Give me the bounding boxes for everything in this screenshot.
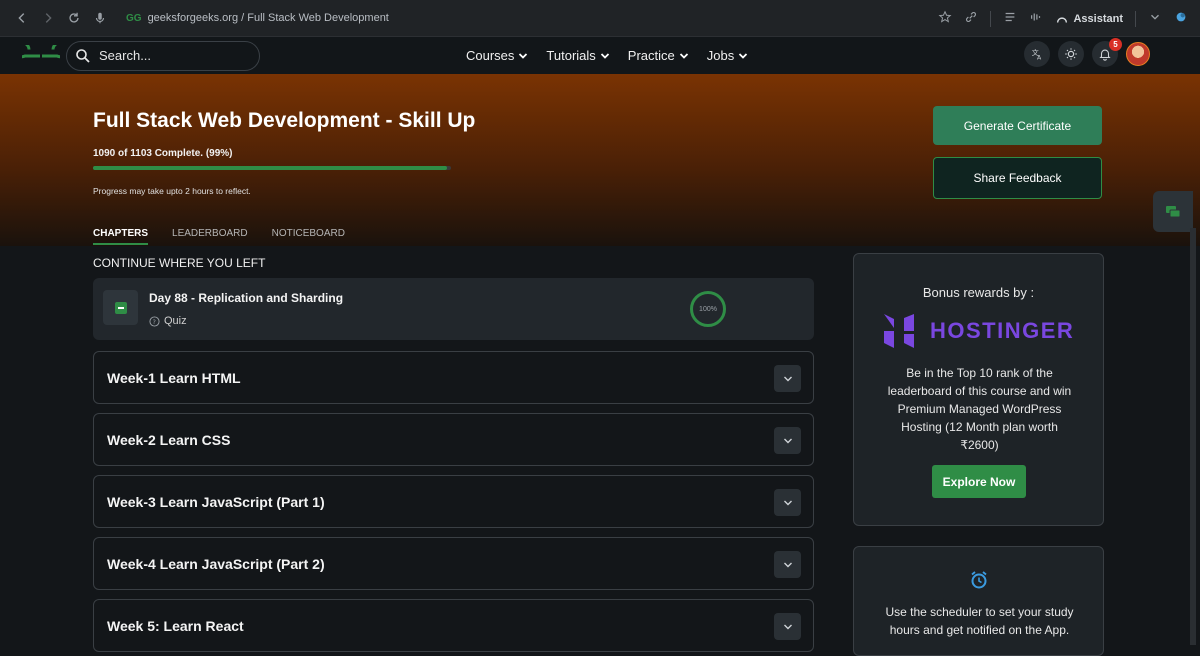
menu-courses[interactable]: Courses [466, 48, 528, 63]
expand-button[interactable] [774, 427, 801, 454]
week-title: Week-3 Learn JavaScript (Part 1) [107, 494, 325, 510]
assistant-label: Assistant [1073, 12, 1123, 25]
share-feedback-button[interactable]: Share Feedback [933, 157, 1102, 199]
question-icon: ? [149, 315, 160, 327]
chevron-down-icon [783, 438, 792, 443]
expand-button[interactable] [774, 489, 801, 516]
week-title: Week-2 Learn CSS [107, 432, 231, 448]
gfg-logo-icon[interactable] [22, 44, 60, 67]
week-title: Week 5: Learn React [107, 618, 244, 634]
forward-icon[interactable] [36, 6, 60, 30]
reader-mode-icon[interactable] [1003, 10, 1017, 27]
link-icon[interactable] [964, 10, 978, 27]
theme-toggle-sun-icon[interactable] [1058, 41, 1084, 67]
menu-jobs[interactable]: Jobs [707, 48, 748, 63]
hostinger-wordmark: HOSTINGER [930, 318, 1075, 343]
document-icon [103, 290, 138, 325]
completion-percent: 100% [699, 305, 717, 313]
user-avatar[interactable] [1126, 42, 1150, 66]
browser-toolbar: GG geeksforgeeks.org / Full Stack Web De… [0, 0, 1200, 37]
chevron-down-icon [783, 376, 792, 381]
course-title: Full Stack Web Development - Skill Up [93, 109, 476, 132]
chevron-down-icon[interactable] [1148, 10, 1162, 27]
chevron-down-icon [783, 562, 792, 567]
notification-count-badge: 5 [1109, 38, 1122, 51]
chevron-down-icon [739, 52, 748, 59]
alarm-clock-icon [971, 571, 987, 589]
scheduler-card: Use the scheduler to set your study hour… [853, 546, 1104, 656]
continue-label: CONTINUE WHERE YOU LEFT [93, 256, 266, 270]
week-accordion[interactable]: Week 5: Learn React [93, 599, 814, 652]
chat-button[interactable] [1153, 191, 1193, 232]
svg-text:?: ? [152, 318, 155, 326]
progress-bar [93, 166, 451, 170]
back-icon[interactable] [10, 6, 34, 30]
chevron-down-icon [600, 52, 609, 59]
menu-label: Tutorials [546, 48, 596, 63]
page-scrollbar[interactable] [1190, 228, 1196, 645]
assistant-button[interactable]: Assistant [1055, 12, 1123, 26]
microphone-icon[interactable] [88, 6, 112, 30]
menu-tutorials[interactable]: Tutorials [546, 48, 609, 63]
search-icon [76, 48, 90, 63]
toolbar-divider [1135, 10, 1136, 27]
scheduler-text: Use the scheduler to set your study hour… [885, 605, 1074, 637]
tab-chapters[interactable]: CHAPTERS [93, 228, 149, 245]
hostinger-h-icon [884, 314, 914, 348]
quiz-label: Quiz [164, 315, 187, 327]
course-tabs: CHAPTERS LEADERBOARD NOTICEBOARD [93, 228, 345, 245]
course-hero: Full Stack Web Development - Skill Up 10… [0, 74, 1200, 246]
week-title: Week-4 Learn JavaScript (Part 2) [107, 556, 325, 572]
progress-bar-fill [93, 166, 448, 170]
expand-button[interactable] [774, 613, 801, 640]
generate-certificate-button[interactable]: Generate Certificate [933, 106, 1102, 145]
chevron-down-icon [679, 52, 688, 59]
promo-heading: Bonus rewards by : [922, 285, 1035, 300]
menu-label: Jobs [706, 48, 735, 63]
search-box[interactable] [66, 40, 260, 71]
reload-icon[interactable] [62, 6, 86, 30]
browser-logo-icon[interactable] [1174, 10, 1188, 27]
site-favicon-icon: GG [126, 12, 142, 24]
menu-practice[interactable]: Practice [628, 48, 689, 63]
expand-button[interactable] [774, 551, 801, 578]
week-accordion[interactable]: Week-2 Learn CSS [93, 413, 814, 466]
continue-item-type: ? Quiz [149, 315, 187, 327]
main-menu: Courses Tutorials Practice Jobs [466, 37, 748, 74]
menu-label: Practice [627, 48, 675, 63]
hostinger-logo: HOSTINGER [882, 312, 1074, 350]
translate-icon[interactable]: 文A [1024, 41, 1050, 67]
toolbar-divider [990, 10, 992, 27]
week-title: Week-1 Learn HTML [107, 370, 241, 386]
menu-label: Courses [466, 48, 515, 63]
expand-button[interactable] [774, 365, 801, 392]
star-icon[interactable] [938, 10, 952, 27]
chat-icon [1166, 205, 1181, 217]
audio-wave-icon[interactable] [1029, 10, 1043, 27]
address-bar[interactable]: GG geeksforgeeks.org / Full Stack Web De… [126, 12, 389, 24]
week-accordion[interactable]: Week-4 Learn JavaScript (Part 2) [93, 537, 814, 590]
svg-text:A: A [1037, 54, 1042, 61]
tab-leaderboard[interactable]: LEADERBOARD [172, 228, 248, 245]
chevron-down-icon [519, 52, 528, 59]
chevron-down-icon [783, 624, 792, 629]
completion-ring: 100% [690, 291, 726, 327]
notification-bell-icon[interactable]: 5 [1092, 38, 1122, 67]
url-text: geeksforgeeks.org / Full Stack Web Devel… [147, 12, 389, 24]
hostinger-promo-card: Bonus rewards by : HOSTINGER Be in the T… [853, 253, 1104, 526]
continue-item-title: Day 88 - Replication and Sharding [149, 291, 344, 305]
chevron-down-icon [783, 500, 792, 505]
continue-card[interactable]: Day 88 - Replication and Sharding ? Quiz… [93, 278, 814, 340]
promo-description: Be in the Top 10 rank of the leaderboard… [887, 366, 1072, 452]
progress-note: Progress may take upto 2 hours to reflec… [93, 186, 251, 196]
week-accordion[interactable]: Week-1 Learn HTML [93, 351, 814, 404]
assistant-icon [1057, 16, 1068, 23]
tab-noticeboard[interactable]: NOTICEBOARD [272, 228, 345, 245]
site-header: Courses Tutorials Practice Jobs 文A 5 [0, 37, 1200, 74]
explore-now-button[interactable]: Explore Now [932, 465, 1026, 498]
progress-text: 1090 of 1103 Complete. (99%) [93, 148, 233, 159]
week-accordion[interactable]: Week-3 Learn JavaScript (Part 1) [93, 475, 814, 528]
search-input[interactable] [99, 48, 239, 63]
